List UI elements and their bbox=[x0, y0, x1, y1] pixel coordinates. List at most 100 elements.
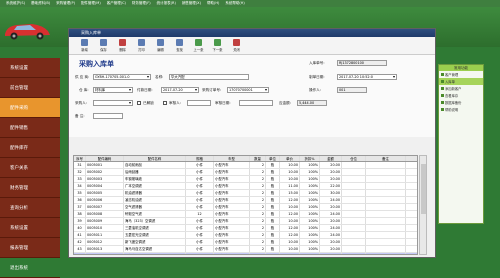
date-picker[interactable]: 2017-07-20 10:52:0 bbox=[337, 74, 397, 80]
grid-cell[interactable]: 小件 bbox=[186, 176, 214, 182]
grid-cell[interactable]: 小件 bbox=[186, 190, 214, 196]
grid-cell[interactable]: 100% bbox=[300, 253, 320, 254]
grid-cell[interactable]: 瓶 bbox=[266, 190, 280, 196]
grid-cell[interactable]: 10.00 bbox=[280, 169, 300, 175]
grid-cell[interactable]: 小件 bbox=[186, 169, 214, 175]
table-row[interactable]: 33 0005003 车窗玻璃液 小件 小型汽车 2 瓶 10.00 100% 20.00 bbox=[74, 176, 417, 183]
sidebar-item[interactable]: 配件销售 bbox=[0, 118, 60, 138]
grid-cell[interactable]: 0005011 bbox=[86, 232, 124, 238]
quick-panel-item[interactable]: 帮助说明 bbox=[439, 106, 483, 113]
buyer-select[interactable] bbox=[93, 100, 133, 106]
grid-cell[interactable] bbox=[366, 253, 406, 254]
grid-cell[interactable]: 广本空调滤 bbox=[124, 183, 186, 189]
grid-cell[interactable] bbox=[342, 232, 366, 238]
grid-cell[interactable] bbox=[342, 162, 366, 168]
toolbar-button[interactable]: 下一张 bbox=[210, 39, 225, 52]
table-row[interactable]: 40 0005010 三菱油机空调滤 小件 小型汽车 2 瓶 12.00 100% 24.00 bbox=[74, 225, 417, 232]
grid-cell[interactable]: 小型汽车 bbox=[214, 253, 250, 254]
grid-column-header[interactable]: 备注 bbox=[366, 156, 406, 161]
grid-cell[interactable]: 20.00 bbox=[320, 239, 342, 245]
grid-cell[interactable]: 小件 bbox=[186, 204, 214, 210]
top-menu-item[interactable]: 基础资料(B) bbox=[31, 1, 50, 6]
grid-cell[interactable]: 100% bbox=[300, 169, 320, 175]
grid-cell[interactable] bbox=[366, 239, 406, 245]
grid-cell[interactable]: 0005003 bbox=[86, 176, 124, 182]
grid-cell[interactable]: 11.00 bbox=[280, 183, 300, 189]
grid-cell[interactable]: 小型汽车 bbox=[214, 162, 250, 168]
grid-cell[interactable]: 100% bbox=[300, 246, 320, 252]
grid-column-header[interactable]: 单价 bbox=[280, 156, 300, 161]
grid-cell[interactable]: 10.00 bbox=[280, 239, 300, 245]
grid-cell[interactable]: 瓶 bbox=[266, 204, 280, 210]
grid-cell[interactable]: 100% bbox=[300, 162, 320, 168]
toolbar-button[interactable]: 保存 bbox=[96, 39, 111, 52]
grid-cell[interactable]: 0005001 bbox=[86, 162, 124, 168]
grid-cell[interactable] bbox=[342, 169, 366, 175]
grid-cell[interactable] bbox=[366, 211, 406, 217]
grid-cell[interactable]: 12.00 bbox=[280, 232, 300, 238]
table-row[interactable]: 43 0005013 海马马自达空调滤 小件 小型汽车 2 瓶 10.00 100% 20.00 bbox=[74, 246, 417, 253]
quick-panel-item[interactable]: 添加新客户 bbox=[439, 85, 483, 92]
grid-cell[interactable]: 36 bbox=[74, 197, 86, 203]
sidebar-item[interactable]: 财务管理 bbox=[0, 178, 60, 198]
grid-cell[interactable] bbox=[366, 183, 406, 189]
grid-cell[interactable]: 10.00 bbox=[280, 204, 300, 210]
grid-cell[interactable]: 35 bbox=[74, 190, 86, 196]
grid-cell[interactable]: 22.00 bbox=[320, 183, 342, 189]
sidebar-item[interactable]: 系统设置 bbox=[0, 218, 60, 238]
grid-cell[interactable]: 100% bbox=[300, 183, 320, 189]
sidebar-item[interactable]: 报表管理 bbox=[0, 238, 60, 258]
grid-cell[interactable]: 12.00 bbox=[280, 211, 300, 217]
grid-cell[interactable]: 小件 bbox=[186, 197, 214, 203]
grid-cell[interactable]: 2 bbox=[250, 190, 266, 196]
toolbar-button[interactable]: 关闭 bbox=[229, 39, 244, 52]
grid-cell[interactable]: 40.00 bbox=[280, 253, 300, 254]
grid-cell[interactable]: 37 bbox=[74, 204, 86, 210]
vertical-scrollbar[interactable] bbox=[419, 155, 427, 255]
remark-field[interactable] bbox=[93, 113, 123, 119]
grid-cell[interactable]: 海马马自达空调滤 bbox=[124, 246, 186, 252]
grid-cell[interactable]: 20.00 bbox=[320, 204, 342, 210]
grid-cell[interactable] bbox=[366, 246, 406, 252]
grid-cell[interactable]: 2 bbox=[250, 232, 266, 238]
grid-cell[interactable]: 小型汽车 bbox=[214, 169, 250, 175]
table-row[interactable]: 39 0005009 海马（323）空调滤 小件 小型汽车 2 瓶 10.00 100% 20.0… bbox=[74, 218, 417, 225]
grid-cell[interactable]: 42 bbox=[74, 239, 86, 245]
table-row[interactable]: 440008001昆虹漆小件小型汽车2瓶40.00100%80.00 bbox=[74, 253, 417, 254]
audit-checkbox[interactable] bbox=[163, 101, 167, 105]
grid-cell[interactable]: 32 bbox=[74, 169, 86, 175]
grid-cell[interactable]: 小型汽车 bbox=[214, 183, 250, 189]
grid-column-header[interactable]: 规格 bbox=[186, 156, 214, 161]
grid-cell[interactable]: 新飞度空调滤 bbox=[124, 239, 186, 245]
grid-cell[interactable]: 44 bbox=[74, 253, 86, 254]
grid-cell[interactable]: 10.00 bbox=[280, 162, 300, 168]
grid-cell[interactable]: 100% bbox=[300, 211, 320, 217]
sidebar-item[interactable]: 配件采购 bbox=[0, 98, 60, 118]
grid-cell[interactable]: 20.00 bbox=[320, 176, 342, 182]
table-row[interactable]: 32 0005002 后雨刮器 小件 小型汽车 2 瓶 10.00 100% 20.00 bbox=[74, 169, 417, 176]
grid-cell[interactable]: 12.00 bbox=[280, 197, 300, 203]
supplier-select[interactable]: GY8H-170705-001-0 bbox=[93, 74, 151, 80]
grid-cell[interactable] bbox=[342, 211, 366, 217]
grid-cell[interactable]: 40 bbox=[74, 225, 86, 231]
grid-cell[interactable]: 2 bbox=[250, 225, 266, 231]
grid-cell[interactable]: 2 bbox=[250, 169, 266, 175]
grid-cell[interactable]: 2 bbox=[250, 218, 266, 224]
grid-cell[interactable]: 0005004 bbox=[86, 183, 124, 189]
grid-cell[interactable]: 100% bbox=[300, 190, 320, 196]
table-row[interactable]: 36 0005006 凌志机油滤 小件 小型汽车 2 瓶 12.00 100% 24.00 bbox=[74, 197, 417, 204]
grid-cell[interactable]: 瓶 bbox=[266, 239, 280, 245]
scroll-thumb[interactable] bbox=[421, 164, 426, 214]
grid-cell[interactable]: 轩毅空气滤 bbox=[124, 211, 186, 217]
table-row[interactable]: 42 0005012 新飞度空调滤 小件 小型汽车 2 瓶 10.00 100% 20.00 bbox=[74, 239, 417, 246]
grid-cell[interactable]: 24.00 bbox=[320, 232, 342, 238]
grid-cell[interactable]: 空气滤清器 bbox=[124, 204, 186, 210]
grid-cell[interactable]: 小型汽车 bbox=[214, 176, 250, 182]
grid-cell[interactable]: 38 bbox=[74, 211, 86, 217]
grid-cell[interactable]: 0005009 bbox=[86, 218, 124, 224]
grid-cell[interactable]: 2 bbox=[250, 246, 266, 252]
grid-cell[interactable] bbox=[342, 176, 366, 182]
sidebar-item[interactable]: 系统设置 bbox=[0, 58, 60, 78]
grid-column-header[interactable]: 车型 bbox=[214, 156, 250, 161]
grid-cell[interactable]: 2 bbox=[250, 204, 266, 210]
